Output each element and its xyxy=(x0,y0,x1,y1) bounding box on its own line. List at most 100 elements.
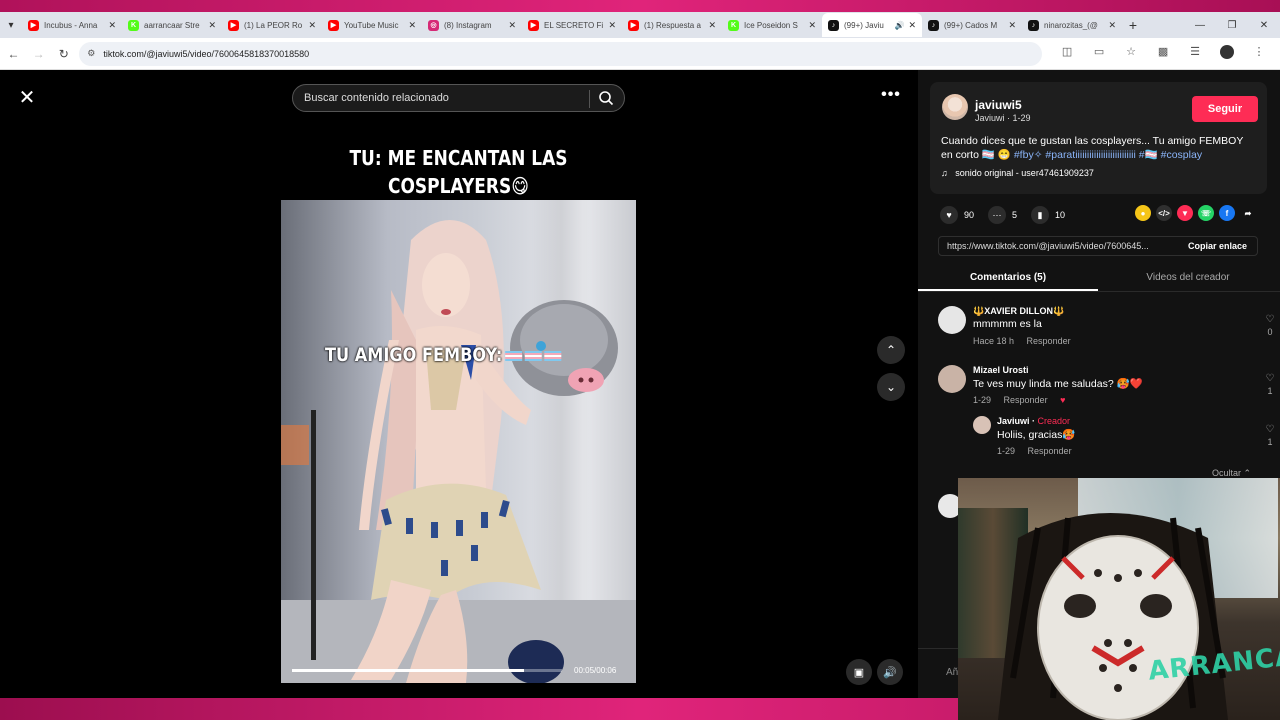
reply-author[interactable]: Javiuwi · Creador xyxy=(997,416,1070,426)
browser-tab[interactable]: ▶ YouTube Music ✕ xyxy=(322,13,422,37)
tab-close-icon[interactable]: ✕ xyxy=(408,20,416,31)
comment-item: 🔱XAVIER DILLON🔱 mmmmm es la Hace 18 h Re… xyxy=(938,306,1280,350)
new-tab-button[interactable]: + xyxy=(1122,17,1144,33)
tab-close-icon[interactable]: ✕ xyxy=(1108,20,1116,31)
browser-tab[interactable]: ▶ (1) La PEOR Ro ✕ xyxy=(222,13,322,37)
tab-close-icon[interactable]: ✕ xyxy=(308,20,316,31)
next-video-chevron-down-icon[interactable]: ⌄ xyxy=(877,373,905,401)
browser-tab[interactable]: ▶ Incubus - Anna ✕ xyxy=(22,13,122,37)
tab-close-icon[interactable]: ✕ xyxy=(508,20,516,31)
copy-link-button[interactable]: Copiar enlace xyxy=(1178,241,1257,251)
browser-tab[interactable]: Kaarrancaar Stre ✕ xyxy=(122,13,222,37)
cast-icon[interactable]: ▭ xyxy=(1088,45,1110,62)
media-controls-icon[interactable]: ☰ xyxy=(1184,45,1206,62)
reply-button[interactable]: Responder xyxy=(1028,446,1072,456)
facebook-icon[interactable]: f xyxy=(1219,205,1235,221)
tiktok-icon: ♪ xyxy=(1028,19,1039,31)
reply-like[interactable]: ♡ 1 xyxy=(1260,424,1280,447)
follow-button[interactable]: Seguir xyxy=(1192,96,1258,122)
address-bar[interactable]: ⚙ tiktok.com/@javiuwi5/video/76006458183… xyxy=(79,41,1043,66)
forward-arrow-icon[interactable]: → xyxy=(27,42,50,66)
like-count: 90 xyxy=(964,210,975,220)
tab-close-icon[interactable]: ✕ xyxy=(1008,20,1016,31)
reply-button[interactable]: Responder xyxy=(1004,395,1048,405)
heart-outline-icon: ♡ xyxy=(1265,373,1275,384)
hashtag-link[interactable]: #paratiiiiiiiiiiiiiiiiiiiiiiiiii xyxy=(1045,149,1135,161)
sound-row[interactable]: ♫ sonido original - user47461909237 xyxy=(941,168,1094,178)
browser-menu-icon[interactable]: ⋮ xyxy=(1248,45,1270,62)
previous-video-chevron-up-icon[interactable]: ⌃ xyxy=(877,336,905,364)
share-buttons: ● </> ▼ ☏ f ➦ xyxy=(1135,205,1261,221)
browser-tab[interactable]: ♪ ninarozitas_(@ ✕ xyxy=(1022,13,1122,37)
heart-icon: ♥ xyxy=(940,206,958,224)
profile-avatar-icon[interactable] xyxy=(1216,45,1238,62)
comment-stat[interactable]: ⋯ 5 xyxy=(988,206,1017,224)
tab-search-icon[interactable]: ▾ xyxy=(0,12,22,38)
browser-tab[interactable]: ◎ (8) Instagram ✕ xyxy=(422,13,522,37)
tab-audio-icon[interactable]: 🔊 xyxy=(894,21,904,30)
site-info-icon[interactable]: ⚙ xyxy=(87,48,95,59)
coin-share-icon[interactable]: ● xyxy=(1135,205,1151,221)
tab-creator-videos[interactable]: Videos del creador xyxy=(1098,268,1278,291)
tab-close-icon[interactable]: ✕ xyxy=(208,20,216,31)
tiktok-icon: ♪ xyxy=(928,19,939,31)
restore-icon[interactable]: ❐ xyxy=(1216,12,1248,38)
share-arrow-icon[interactable]: ➦ xyxy=(1240,205,1256,221)
translate-icon[interactable]: ◫ xyxy=(1056,45,1078,62)
tab-comments[interactable]: Comentarios (5) xyxy=(918,268,1098,291)
video-progress-bar[interactable] xyxy=(292,669,562,672)
commenter-name[interactable]: 🔱XAVIER DILLON🔱 xyxy=(973,306,1064,317)
instagram-icon: ◎ xyxy=(428,19,439,31)
comment-like[interactable]: ♡ 0 xyxy=(1260,314,1280,337)
reload-icon[interactable]: ↻ xyxy=(52,42,75,66)
creator-avatar[interactable] xyxy=(973,416,991,434)
tab-close-icon[interactable]: ✕ xyxy=(108,20,116,31)
related-search-input[interactable]: Buscar contenido relacionado xyxy=(292,84,625,112)
save-stat[interactable]: ▮ 10 xyxy=(1031,206,1065,224)
address-url: tiktok.com/@javiuwi5/video/7600645818370… xyxy=(103,48,310,59)
embed-code-icon[interactable]: </> xyxy=(1156,205,1172,221)
hashtag-link[interactable]: #cosplay xyxy=(1161,149,1202,161)
browser-tab[interactable]: ♪ (99+) Javiu 🔊 ✕ xyxy=(822,13,922,37)
comment-time: 1-29 xyxy=(973,395,992,405)
send-to-friends-icon[interactable]: ▼ xyxy=(1177,205,1193,221)
comment-like-count: 1 xyxy=(1267,386,1273,396)
hashtag-link[interactable]: #🏳️‍⚧️ xyxy=(1139,149,1158,161)
tab-close-icon[interactable]: ✕ xyxy=(808,20,816,31)
extensions-icon[interactable]: ▩ xyxy=(1152,45,1174,62)
back-arrow-icon[interactable]: ← xyxy=(2,42,25,66)
minimize-icon[interactable]: — xyxy=(1184,12,1216,38)
like-stat[interactable]: ♥ 90 xyxy=(940,206,974,224)
author-username[interactable]: javiuwi5 xyxy=(975,98,1022,112)
video-player[interactable]: TU: ME ENCANTAN LAS COSPLAYERS😋 TU AMIGO… xyxy=(281,128,636,683)
browser-tab[interactable]: ♪ (99+) Cados M ✕ xyxy=(922,13,1022,37)
tab-close-icon[interactable]: ✕ xyxy=(908,20,916,31)
more-options-icon[interactable]: ••• xyxy=(878,86,904,106)
whatsapp-icon[interactable]: ☏ xyxy=(1198,205,1214,221)
close-icon[interactable]: ✕ xyxy=(14,84,40,110)
video-link-text[interactable]: https://www.tiktok.com/@javiuwi5/video/7… xyxy=(939,241,1178,251)
browser-tab[interactable]: ▶ EL SECRETO Fi ✕ xyxy=(522,13,622,37)
comment-like[interactable]: ♡ 1 xyxy=(1260,373,1280,396)
commenter-avatar[interactable] xyxy=(938,306,966,334)
tab-close-icon[interactable]: ✕ xyxy=(708,20,716,31)
author-avatar[interactable] xyxy=(942,94,968,120)
commenter-avatar[interactable] xyxy=(938,365,966,393)
browser-tab[interactable]: ▶ (1) Respuesta a ✕ xyxy=(622,13,722,37)
commenter-name[interactable]: Mizael Urosti xyxy=(973,365,1029,375)
volume-icon[interactable]: 🔊 xyxy=(877,659,903,685)
heart-outline-icon: ♡ xyxy=(1265,314,1275,325)
search-icon[interactable] xyxy=(598,90,614,109)
tab-close-icon[interactable]: ✕ xyxy=(608,20,616,31)
comment-meta: 1-29 Responder ♥ xyxy=(973,395,1075,405)
comment-bubble-icon: ⋯ xyxy=(988,206,1007,224)
hashtag-link[interactable]: #fby✧ xyxy=(1014,149,1043,161)
add-comment-placeholder: Añ xyxy=(946,667,959,678)
picture-in-picture-icon[interactable]: ▣ xyxy=(846,659,872,685)
bookmark-star-icon[interactable]: ☆ xyxy=(1120,45,1142,62)
comment-text: mmmmm es la xyxy=(973,318,1042,330)
comment-text: Te ves muy linda me saludas? 🥵❤️ xyxy=(973,378,1143,390)
browser-tab[interactable]: K Ice Poseidon S ✕ xyxy=(722,13,822,37)
reply-button[interactable]: Responder xyxy=(1027,336,1071,346)
window-close-icon[interactable]: ✕ xyxy=(1248,12,1280,38)
